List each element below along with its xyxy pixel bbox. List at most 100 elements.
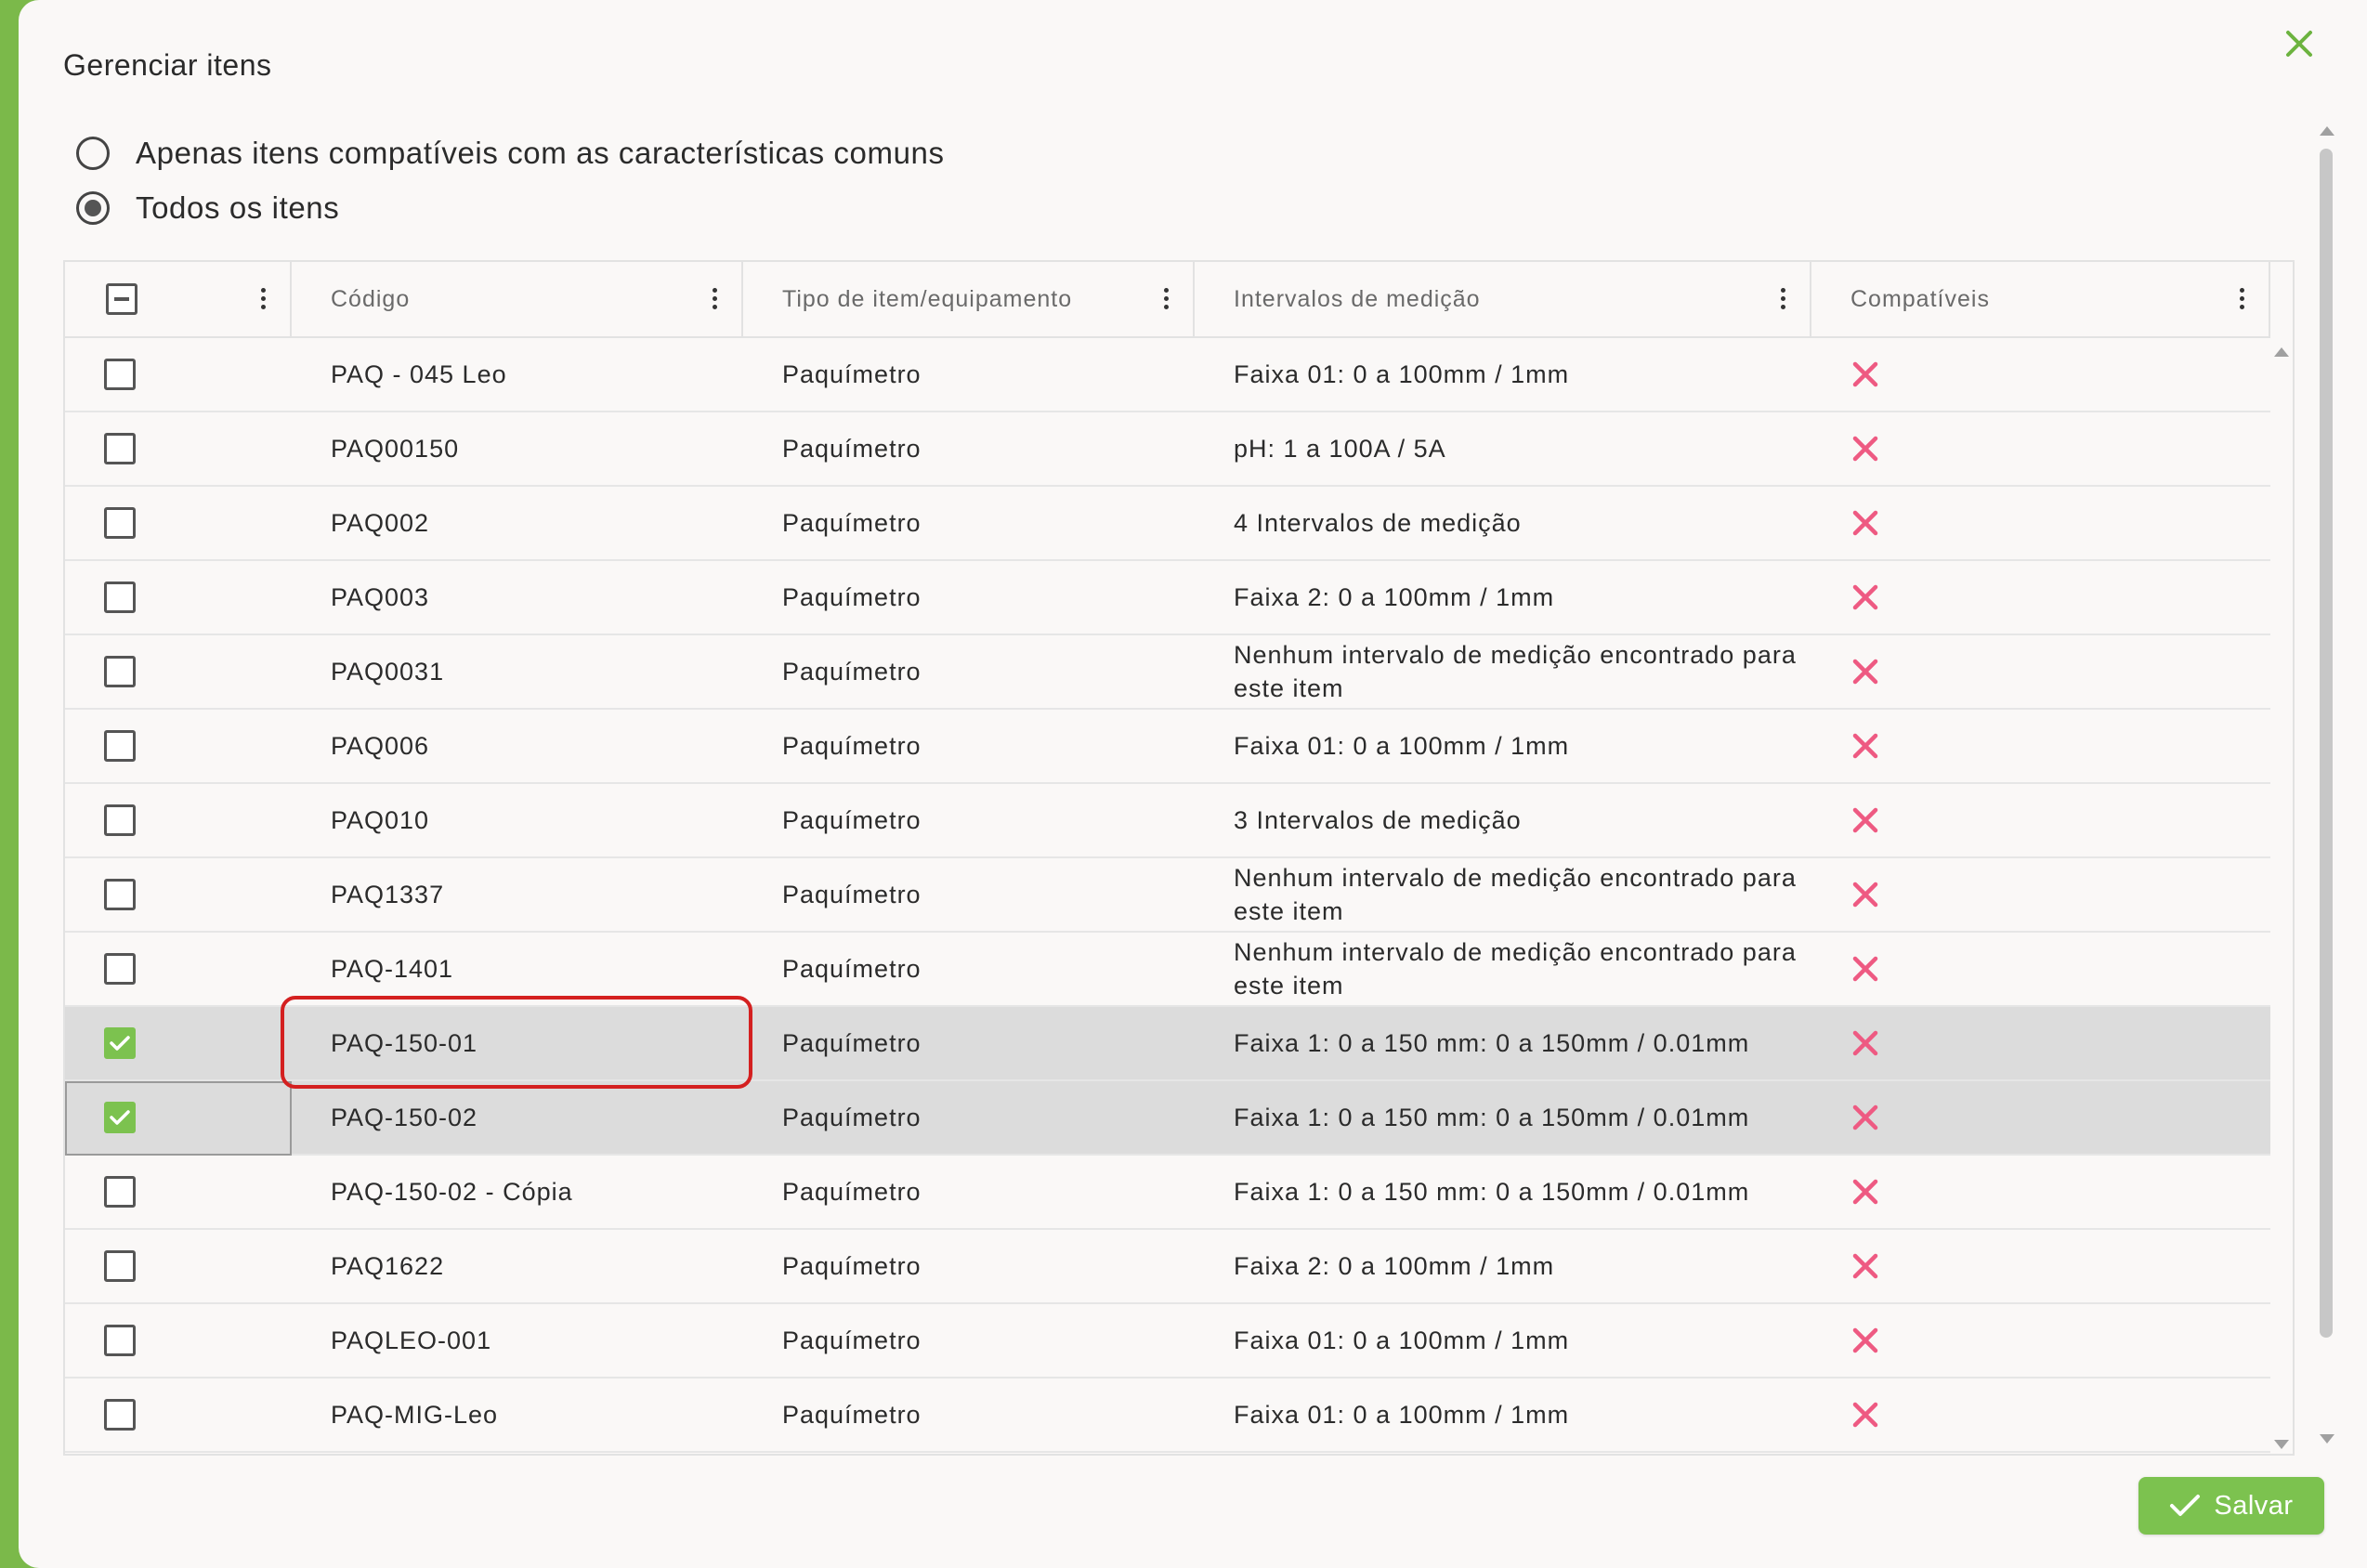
- cell-ranges: Nenhum intervalo de medição encontrado p…: [1234, 641, 1797, 702]
- row-checkbox[interactable]: [104, 1250, 136, 1282]
- cell-code: PAQ-150-01: [331, 1028, 478, 1057]
- x-icon: [1852, 1030, 1878, 1056]
- table-row[interactable]: PAQ00150 Paquímetro pH: 1 a 100A / 5A: [65, 412, 2270, 487]
- row-checkbox[interactable]: [104, 1399, 136, 1431]
- cell-type: Paquímetro: [782, 1326, 922, 1354]
- cell-compatible: [1811, 1230, 2267, 1302]
- x-icon: [1852, 807, 1878, 833]
- header-label: Compatíveis: [1850, 285, 1990, 312]
- row-checkbox[interactable]: [104, 730, 136, 762]
- cell-type: Paquímetro: [782, 1103, 922, 1131]
- table-row[interactable]: PAQLEO-001 Paquímetro Faixa 01: 0 a 100mm …: [65, 1304, 2270, 1379]
- check-icon: [2170, 1495, 2201, 1516]
- table-row[interactable]: PAQ-150-02 Paquímetro Faixa 1: 0 a 150 mm:…: [65, 1081, 2270, 1156]
- x-icon: [1852, 510, 1878, 536]
- cell-compatible: [1811, 784, 2267, 856]
- header-code[interactable]: Código: [292, 262, 743, 336]
- column-menu-icon[interactable]: [260, 288, 266, 310]
- row-checkbox[interactable]: [104, 953, 136, 985]
- cell-code: PAQ002: [331, 508, 430, 537]
- column-menu-icon[interactable]: [1163, 288, 1169, 310]
- column-menu-icon[interactable]: [712, 288, 717, 310]
- x-icon: [1852, 361, 1878, 387]
- row-select-cell: [65, 858, 292, 931]
- radio-all-items[interactable]: Todos os itens: [76, 185, 339, 231]
- header-label: Código: [331, 285, 411, 312]
- scroll-down-icon[interactable]: [2320, 1434, 2334, 1444]
- cell-compatible: [1811, 487, 2267, 559]
- table-row[interactable]: PAQ-150-01 Paquímetro Faixa 1: 0 a 150 mm:…: [65, 1007, 2270, 1081]
- cell-ranges: Faixa 2: 0 a 100mm / 1mm: [1234, 1252, 1555, 1280]
- row-checkbox[interactable]: [104, 1027, 136, 1059]
- row-checkbox[interactable]: [104, 656, 136, 687]
- row-select-cell: [65, 561, 292, 634]
- table-row[interactable]: PAQ002 Paquímetro 4 Intervalos de medição: [65, 487, 2270, 561]
- scroll-down-icon[interactable]: [2274, 1440, 2289, 1449]
- row-checkbox[interactable]: [104, 879, 136, 910]
- row-checkbox[interactable]: [104, 1176, 136, 1208]
- radio-button[interactable]: [76, 137, 110, 170]
- dialog-scrollbar[interactable]: [2317, 121, 2335, 1449]
- row-checkbox[interactable]: [104, 359, 136, 390]
- table-row[interactable]: PAQ-MIG-Leo Paquímetro Faixa 01: 0 a 100mm…: [65, 1379, 2270, 1453]
- cell-code: PAQ-1401: [331, 954, 454, 983]
- column-menu-icon[interactable]: [1780, 288, 1785, 310]
- cell-code: PAQ - 045 Leo: [331, 359, 507, 388]
- x-icon: [1852, 584, 1878, 610]
- cell-code: PAQLEO-001: [331, 1326, 492, 1354]
- table-row[interactable]: PAQ1337 Paquímetro Nenhum intervalo de med…: [65, 858, 2270, 933]
- cell-code: PAQ010: [331, 805, 430, 834]
- cell-compatible: [1811, 635, 2267, 708]
- indeterminate-icon: [114, 297, 129, 301]
- table-row[interactable]: PAQ - 045 Leo Paquímetro Faixa 01: 0 a 100…: [65, 338, 2270, 412]
- cell-type: Paquímetro: [782, 1177, 922, 1206]
- row-select-cell: [65, 1156, 292, 1228]
- radio-button[interactable]: [76, 191, 110, 225]
- row-select-cell: [65, 933, 292, 1005]
- row-checkbox[interactable]: [104, 1325, 136, 1356]
- header-compatible[interactable]: Compatíveis: [1811, 262, 2270, 336]
- x-icon: [1852, 1253, 1878, 1279]
- grid-header: Código Tipo de item/equipamento Interval…: [65, 262, 2270, 338]
- table-row[interactable]: PAQ1622 Paquímetro Faixa 2: 0 a 100mm / 1m…: [65, 1230, 2270, 1304]
- header-ranges[interactable]: Intervalos de medição: [1195, 262, 1811, 336]
- row-checkbox[interactable]: [104, 804, 136, 836]
- row-checkbox[interactable]: [104, 507, 136, 539]
- row-checkbox[interactable]: [104, 433, 136, 464]
- radio-compatible-only[interactable]: Apenas itens compatíveis com as caracter…: [76, 130, 945, 176]
- column-menu-icon[interactable]: [2239, 288, 2244, 310]
- cell-compatible: [1811, 710, 2267, 782]
- cell-compatible: [1811, 1007, 2267, 1079]
- header-type[interactable]: Tipo de item/equipamento: [743, 262, 1195, 336]
- row-select-cell: [65, 412, 292, 485]
- cell-code: PAQ-150-02 - Cópia: [331, 1177, 573, 1206]
- select-all-checkbox[interactable]: [106, 283, 137, 315]
- cell-compatible: [1811, 1156, 2267, 1228]
- table-row[interactable]: PAQ-150-02 - Cópia Paquímetro Faixa 1: 0 a…: [65, 1156, 2270, 1230]
- table-row[interactable]: PAQ-1401 Paquímetro Nenhum intervalo de me…: [65, 933, 2270, 1007]
- dialog-title: Gerenciar itens: [63, 48, 272, 82]
- row-checkbox[interactable]: [104, 581, 136, 613]
- table-row[interactable]: PAQ003 Paquímetro Faixa 2: 0 a 100mm / 1mm: [65, 561, 2270, 635]
- radio-label: Todos os itens: [136, 190, 340, 225]
- scroll-up-icon[interactable]: [2320, 126, 2334, 136]
- cell-ranges: Nenhum intervalo de medição encontrado p…: [1234, 938, 1797, 1000]
- scroll-up-icon[interactable]: [2274, 347, 2289, 357]
- cell-ranges: Faixa 2: 0 a 100mm / 1mm: [1234, 583, 1555, 611]
- row-select-cell: [65, 635, 292, 708]
- grid-scrollbar[interactable]: [2270, 338, 2293, 1453]
- save-label: Salvar: [2214, 1490, 2294, 1521]
- cell-type: Paquímetro: [782, 508, 922, 537]
- cell-compatible: [1811, 933, 2267, 1005]
- cell-code: PAQ00150: [331, 434, 460, 463]
- table-row[interactable]: PAQ0031 Paquímetro Nenhum intervalo de med…: [65, 635, 2270, 710]
- cell-code: PAQ0031: [331, 657, 445, 686]
- save-button[interactable]: Salvar: [2138, 1477, 2324, 1535]
- cell-compatible: [1811, 1379, 2267, 1451]
- table-row[interactable]: PAQ006 Paquímetro Faixa 01: 0 a 100mm / 1m…: [65, 710, 2270, 784]
- radio-label: Apenas itens compatíveis com as caracter…: [136, 136, 945, 170]
- table-row[interactable]: PAQ010 Paquímetro 3 Intervalos de medição: [65, 784, 2270, 858]
- scrollbar-thumb[interactable]: [2320, 149, 2333, 1338]
- close-button[interactable]: [2276, 20, 2322, 67]
- cell-type: Paquímetro: [782, 880, 922, 908]
